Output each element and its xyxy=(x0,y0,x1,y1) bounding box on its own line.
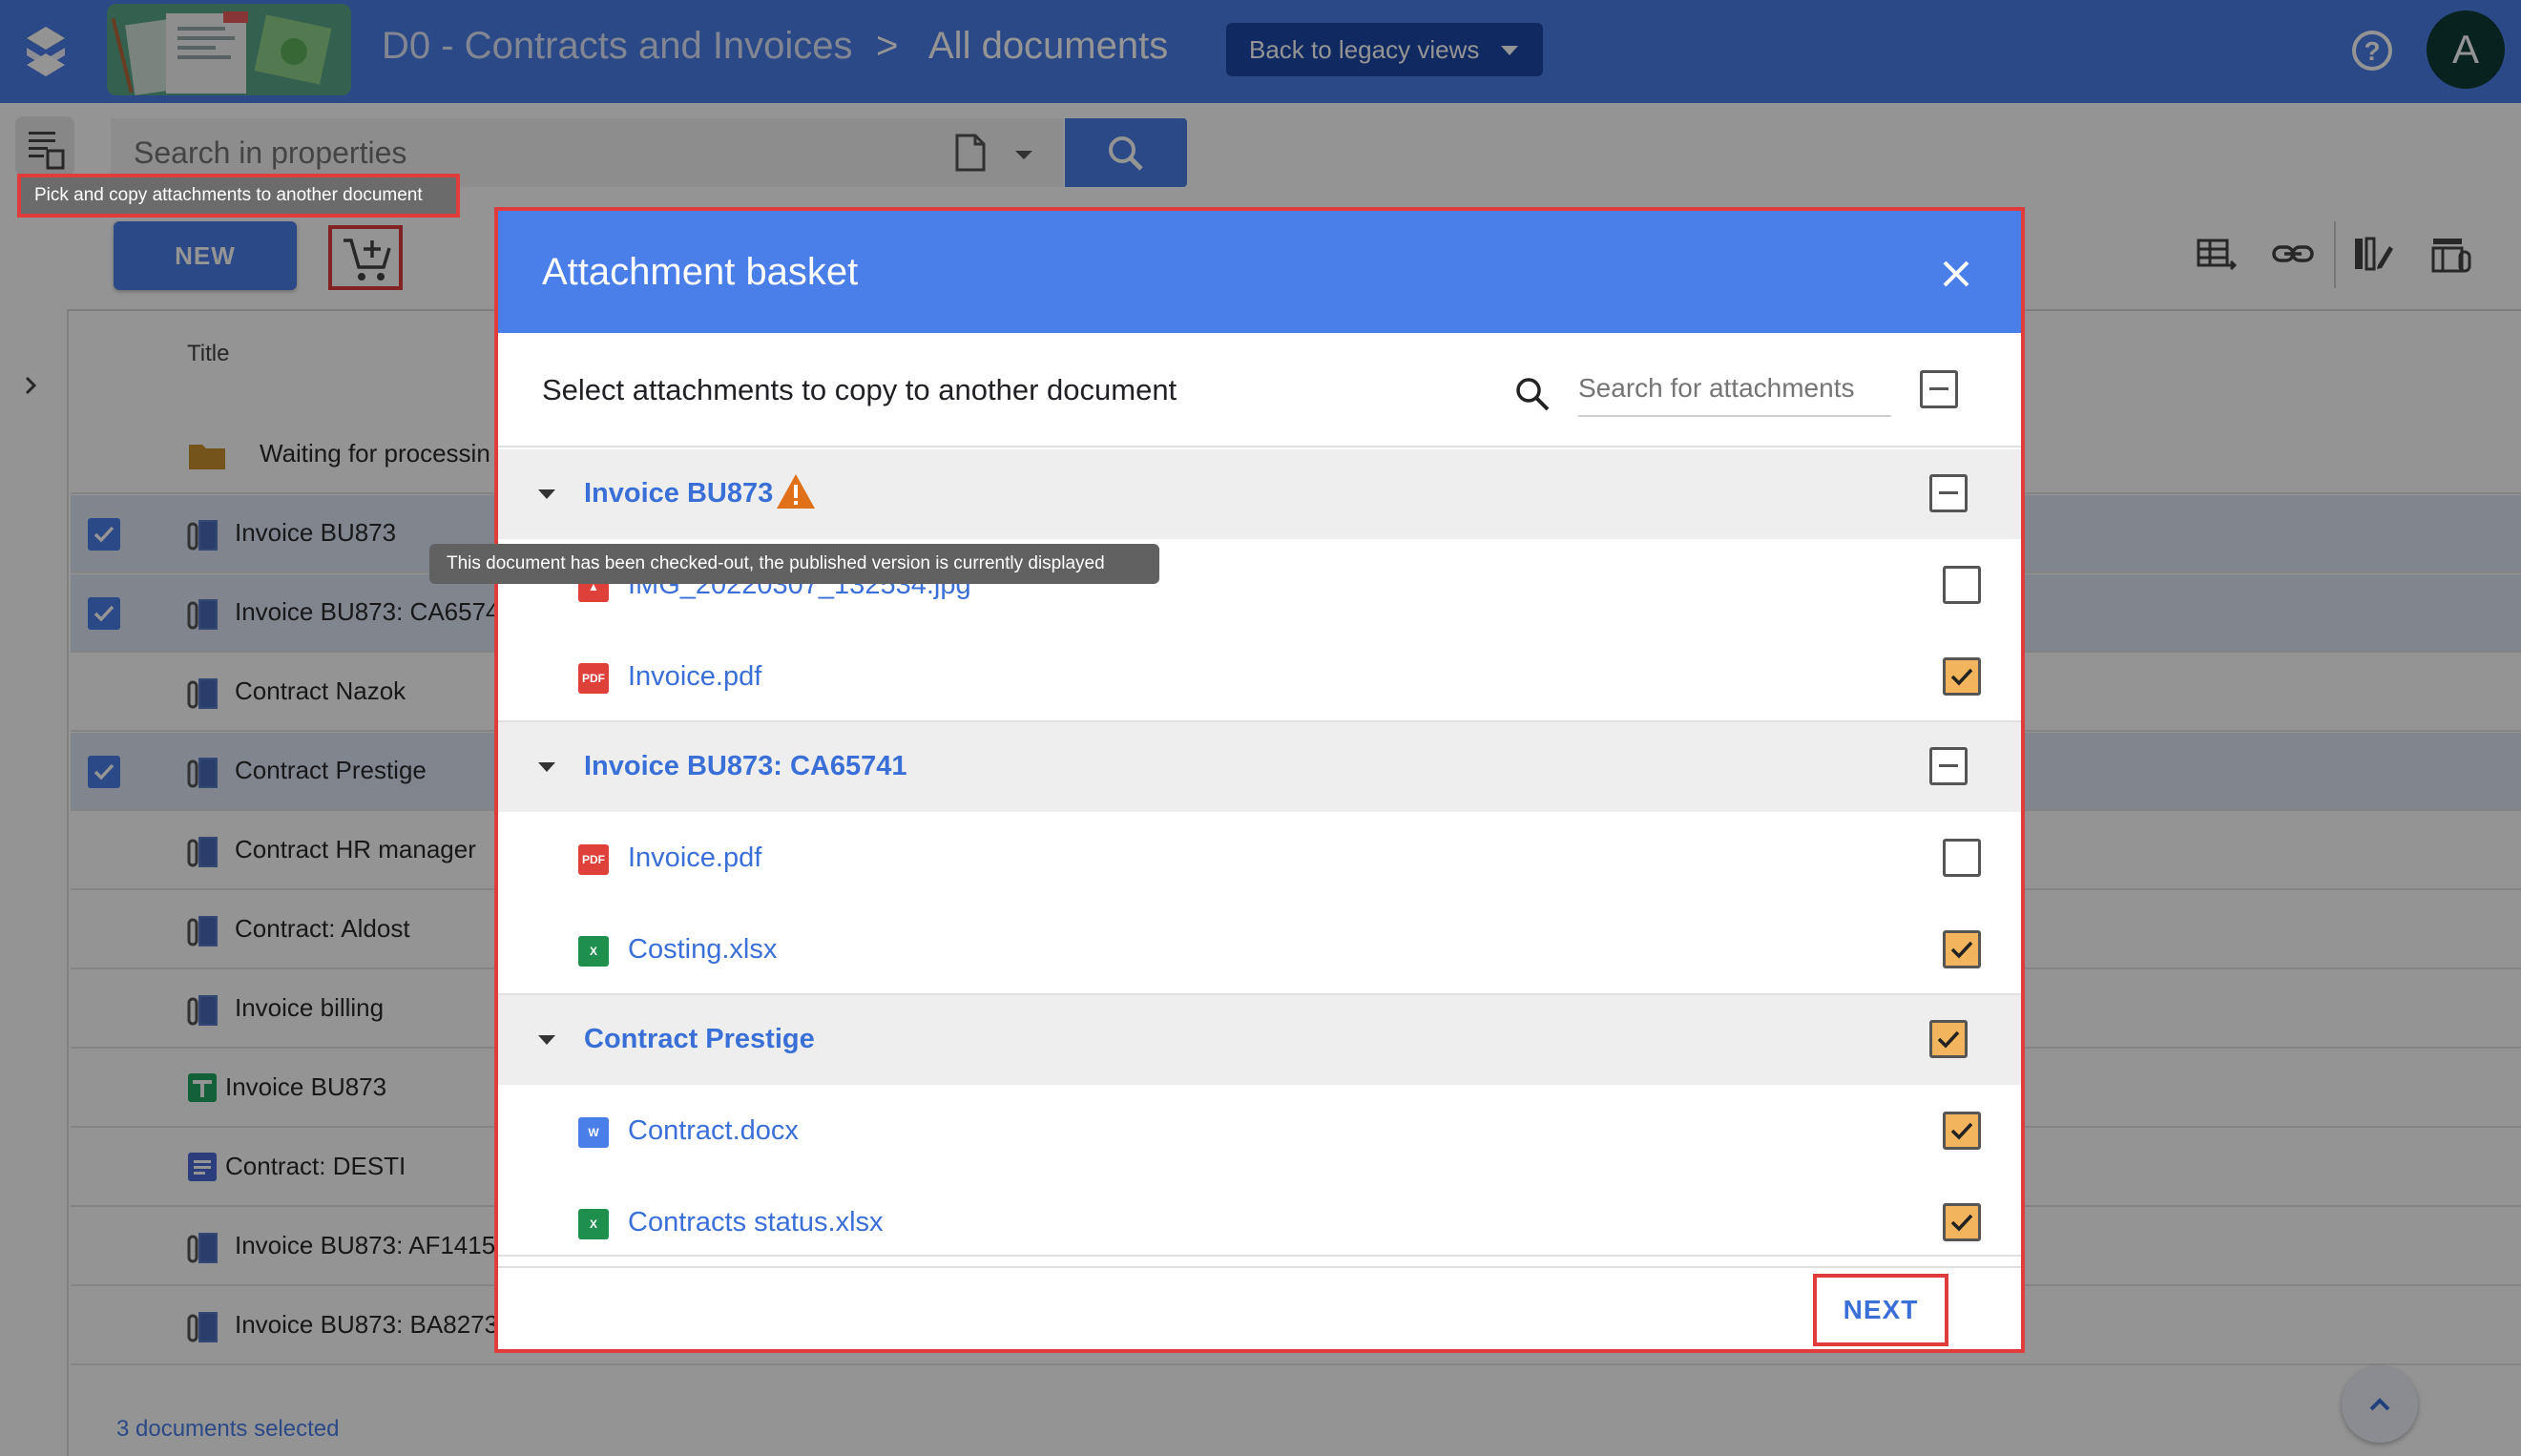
group-checkbox[interactable] xyxy=(1929,474,1968,512)
group-checkbox[interactable] xyxy=(1929,747,1968,785)
attachment-checkbox[interactable] xyxy=(1943,566,1981,604)
search-icon xyxy=(1516,378,1550,411)
group-divider xyxy=(498,1266,2021,1268)
word-file-icon: W xyxy=(578,1117,609,1148)
caret-down-icon[interactable] xyxy=(538,762,555,772)
attachment-name[interactable]: Costing.xlsx xyxy=(628,934,777,966)
attachment-group-header[interactable]: Invoice BU873: CA65741 xyxy=(498,722,2021,812)
select-all-checkbox[interactable] xyxy=(1920,370,1958,408)
attachment-row[interactable]: PDF Invoice.pdf xyxy=(498,812,2021,904)
caret-down-icon[interactable] xyxy=(538,1035,555,1045)
attachment-checkbox[interactable] xyxy=(1943,930,1981,968)
pdf-file-icon: PDF xyxy=(578,663,609,694)
attachment-row[interactable]: PDF Invoice.pdf xyxy=(498,631,2021,722)
group-document-title[interactable]: Contract Prestige xyxy=(584,1024,815,1055)
dialog-title: Attachment basket xyxy=(542,251,859,293)
attachment-group-header[interactable]: Invoice BU873 xyxy=(498,449,2021,539)
attachment-name[interactable]: Invoice.pdf xyxy=(628,842,761,874)
attachment-checkbox[interactable] xyxy=(1943,839,1981,877)
attachment-name[interactable]: Contracts status.xlsx xyxy=(628,1207,884,1238)
attachment-name[interactable]: Invoice.pdf xyxy=(628,661,761,693)
pdf-file-icon: PDF xyxy=(578,844,609,875)
attachment-row[interactable]: W Contract.docx xyxy=(498,1085,2021,1176)
excel-file-icon: X xyxy=(578,936,609,967)
caret-down-icon[interactable] xyxy=(538,489,555,499)
attachment-name[interactable]: Contract.docx xyxy=(628,1115,799,1147)
attachment-basket-dialog: Attachment basket Select attachments to … xyxy=(494,207,2025,1353)
warning-icon xyxy=(775,472,817,515)
attachment-checkbox[interactable] xyxy=(1943,657,1981,696)
attachment-checkbox[interactable] xyxy=(1943,1203,1981,1241)
dialog-subtitle: Select attachments to copy to another do… xyxy=(542,373,1177,406)
attachment-row[interactable]: X Costing.xlsx xyxy=(498,904,2021,995)
group-document-title[interactable]: Invoice BU873: CA65741 xyxy=(584,751,907,782)
pick-attachments-tooltip: Pick and copy attachments to another doc… xyxy=(17,174,460,218)
group-checkbox[interactable] xyxy=(1929,1020,1968,1058)
next-button[interactable]: NEXT xyxy=(1813,1274,1948,1346)
dialog-footer-divider xyxy=(498,1255,2021,1257)
attachment-checkbox[interactable] xyxy=(1943,1112,1981,1150)
checked-out-tooltip: This document has been checked-out, the … xyxy=(429,544,1159,584)
attachment-group-header[interactable]: Contract Prestige xyxy=(498,995,2021,1085)
close-icon[interactable] xyxy=(1939,257,1973,291)
dialog-header: Attachment basket xyxy=(498,211,2021,333)
subtitle-divider xyxy=(498,446,2021,447)
group-document-title[interactable]: Invoice BU873 xyxy=(584,478,773,510)
attachment-search-input[interactable] xyxy=(1578,362,1891,417)
excel-file-icon: X xyxy=(578,1209,609,1239)
